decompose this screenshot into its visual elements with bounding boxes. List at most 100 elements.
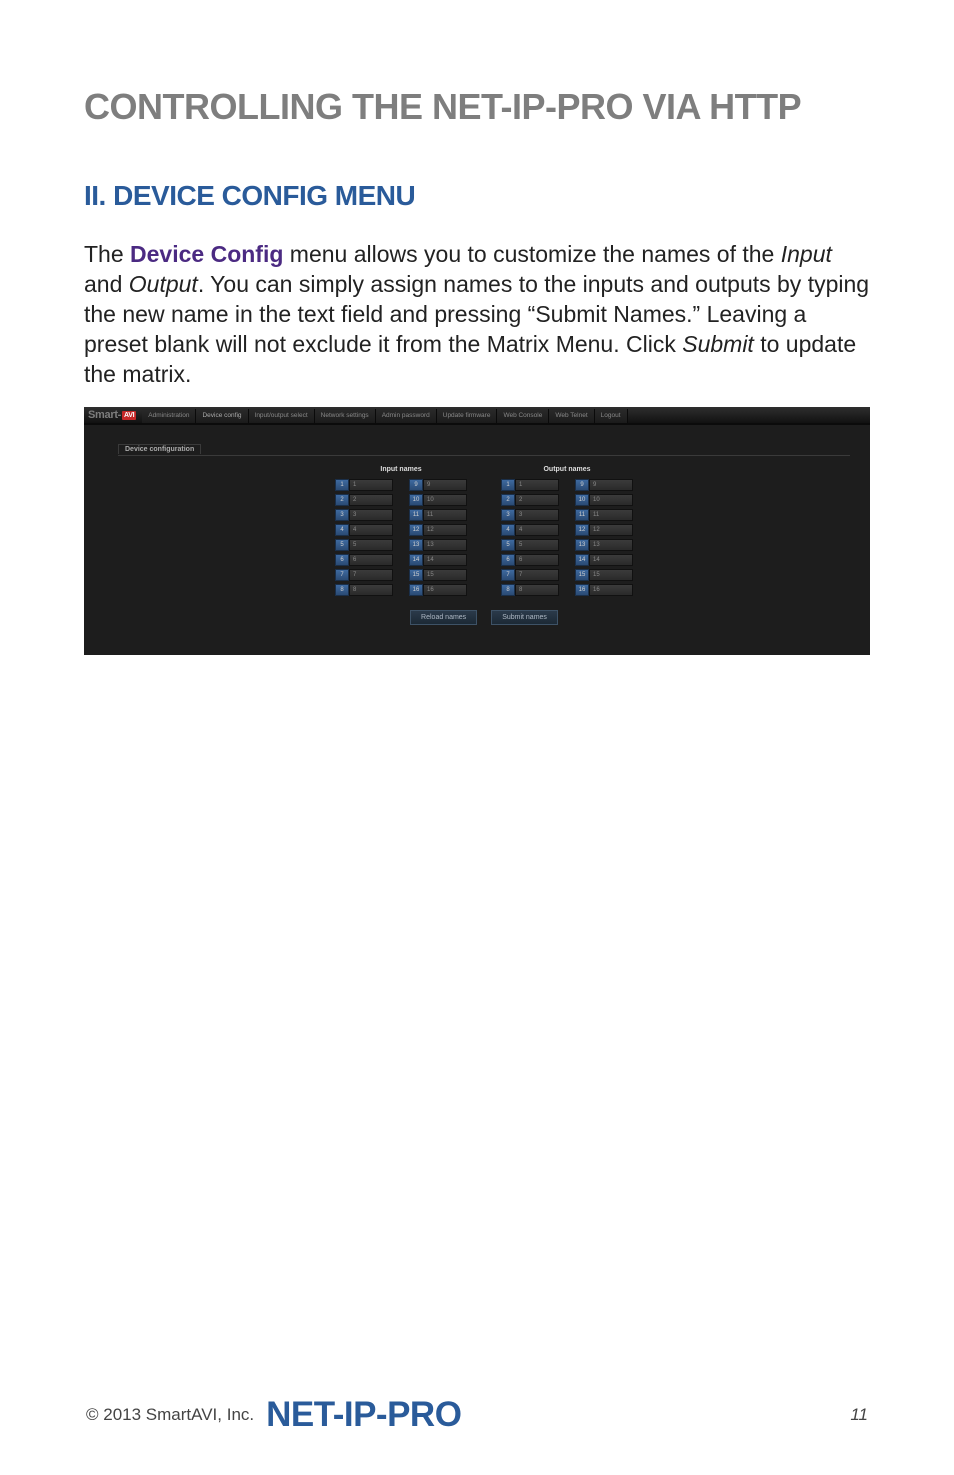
- device-config-term: Device Config: [130, 241, 283, 267]
- tab-bar: AdministrationDevice configInput/output …: [142, 407, 627, 423]
- output-number-badge: 6: [501, 554, 515, 566]
- output-name-input[interactable]: 6: [515, 554, 559, 566]
- fieldset: Input names 1122334455667788 99101011111…: [118, 455, 850, 639]
- output-name-input[interactable]: 3: [515, 509, 559, 521]
- input-name-input[interactable]: 5: [349, 539, 393, 551]
- logo-accent: AVI: [122, 411, 136, 420]
- output-number-badge: 14: [575, 554, 589, 566]
- output-row: 1313: [575, 539, 633, 551]
- input-name-input[interactable]: 10: [423, 494, 467, 506]
- text: and: [84, 271, 129, 297]
- output-name-input[interactable]: 2: [515, 494, 559, 506]
- input-number-badge: 2: [335, 494, 349, 506]
- output-name-input[interactable]: 11: [589, 509, 633, 521]
- input-name-input[interactable]: 15: [423, 569, 467, 581]
- columns: Input names 1122334455667788 99101011111…: [118, 466, 850, 596]
- input-name-input[interactable]: 16: [423, 584, 467, 596]
- tab-admin-password[interactable]: Admin password: [376, 409, 437, 423]
- input-number-badge: 3: [335, 509, 349, 521]
- panel-body: Device configuration Input names 1122334…: [84, 425, 870, 655]
- output-name-input[interactable]: 5: [515, 539, 559, 551]
- output-number-badge: 2: [501, 494, 515, 506]
- output-number-badge: 12: [575, 524, 589, 536]
- output-term: Output: [129, 271, 198, 297]
- output-name-input[interactable]: 7: [515, 569, 559, 581]
- output-name-input[interactable]: 8: [515, 584, 559, 596]
- tab-web-telnet[interactable]: Web Telnet: [549, 409, 594, 423]
- page-title: CONTROLLING THE NET-IP-PRO VIA HTTP: [84, 86, 870, 128]
- input-name-input[interactable]: 7: [349, 569, 393, 581]
- section-title: II. DEVICE CONFIG MENU: [84, 180, 870, 212]
- input-name-input[interactable]: 8: [349, 584, 393, 596]
- logo-text: Smart-: [88, 409, 121, 421]
- input-number-badge: 14: [409, 554, 423, 566]
- output-name-input[interactable]: 9: [589, 479, 633, 491]
- input-row: 99: [409, 479, 467, 491]
- input-name-input[interactable]: 9: [423, 479, 467, 491]
- input-row: 55: [335, 539, 393, 551]
- reload-names-button[interactable]: Reload names: [410, 610, 477, 625]
- output-number-badge: 13: [575, 539, 589, 551]
- text: The: [84, 241, 130, 267]
- input-number-badge: 10: [409, 494, 423, 506]
- output-name-input[interactable]: 12: [589, 524, 633, 536]
- output-number-badge: 8: [501, 584, 515, 596]
- input-name-input[interactable]: 12: [423, 524, 467, 536]
- output-name-input[interactable]: 16: [589, 584, 633, 596]
- output-row: 77: [501, 569, 559, 581]
- output-name-input[interactable]: 14: [589, 554, 633, 566]
- output-name-input[interactable]: 4: [515, 524, 559, 536]
- input-number-badge: 1: [335, 479, 349, 491]
- output-number-badge: 7: [501, 569, 515, 581]
- input-name-input[interactable]: 11: [423, 509, 467, 521]
- actions: Reload names Submit names: [118, 610, 850, 625]
- output-row: 1111: [575, 509, 633, 521]
- input-term: Input: [781, 241, 832, 267]
- output-number-badge: 5: [501, 539, 515, 551]
- input-row: 44: [335, 524, 393, 536]
- input-number-badge: 4: [335, 524, 349, 536]
- footer: © 2013 SmartAVI, Inc. NET-IP-PRO 11: [0, 1395, 954, 1435]
- input-name-input[interactable]: 13: [423, 539, 467, 551]
- tab-web-console[interactable]: Web Console: [497, 409, 549, 423]
- input-name-input[interactable]: 1: [349, 479, 393, 491]
- output-name-input[interactable]: 10: [589, 494, 633, 506]
- input-name-input[interactable]: 2: [349, 494, 393, 506]
- output-number-badge: 15: [575, 569, 589, 581]
- tab-administration[interactable]: Administration: [142, 409, 196, 423]
- submit-term: Submit: [682, 331, 754, 357]
- output-row: 1414: [575, 554, 633, 566]
- output-name-input[interactable]: 13: [589, 539, 633, 551]
- tab-network-settings[interactable]: Network settings: [315, 409, 376, 423]
- input-name-input[interactable]: 4: [349, 524, 393, 536]
- input-name-input[interactable]: 3: [349, 509, 393, 521]
- input-name-input[interactable]: 14: [423, 554, 467, 566]
- tab-device-config[interactable]: Device config: [196, 409, 248, 423]
- output-row: 1212: [575, 524, 633, 536]
- submit-names-button[interactable]: Submit names: [491, 610, 558, 625]
- input-names-label: Input names: [335, 466, 467, 473]
- tab-logout[interactable]: Logout: [595, 409, 628, 423]
- output-row: 11: [501, 479, 559, 491]
- input-names-group: Input names 1122334455667788 99101011111…: [335, 466, 467, 596]
- input-number-badge: 15: [409, 569, 423, 581]
- input-name-input[interactable]: 6: [349, 554, 393, 566]
- input-row: 77: [335, 569, 393, 581]
- output-number-badge: 1: [501, 479, 515, 491]
- output-row: 1515: [575, 569, 633, 581]
- tab-input-output-select[interactable]: Input/output select: [249, 409, 315, 423]
- fieldset-label: Device configuration: [118, 444, 201, 454]
- input-number-badge: 6: [335, 554, 349, 566]
- output-name-input[interactable]: 15: [589, 569, 633, 581]
- input-row: 22: [335, 494, 393, 506]
- output-number-badge: 3: [501, 509, 515, 521]
- input-row: 1414: [409, 554, 467, 566]
- tab-update-firmware[interactable]: Update firmware: [437, 409, 498, 423]
- embedded-ui-screenshot: Smart-AVI AdministrationDevice configInp…: [84, 407, 870, 655]
- input-number-badge: 7: [335, 569, 349, 581]
- output-number-badge: 11: [575, 509, 589, 521]
- output-name-input[interactable]: 1: [515, 479, 559, 491]
- input-number-badge: 12: [409, 524, 423, 536]
- input-row: 1616: [409, 584, 467, 596]
- logo: Smart-AVI: [88, 409, 136, 421]
